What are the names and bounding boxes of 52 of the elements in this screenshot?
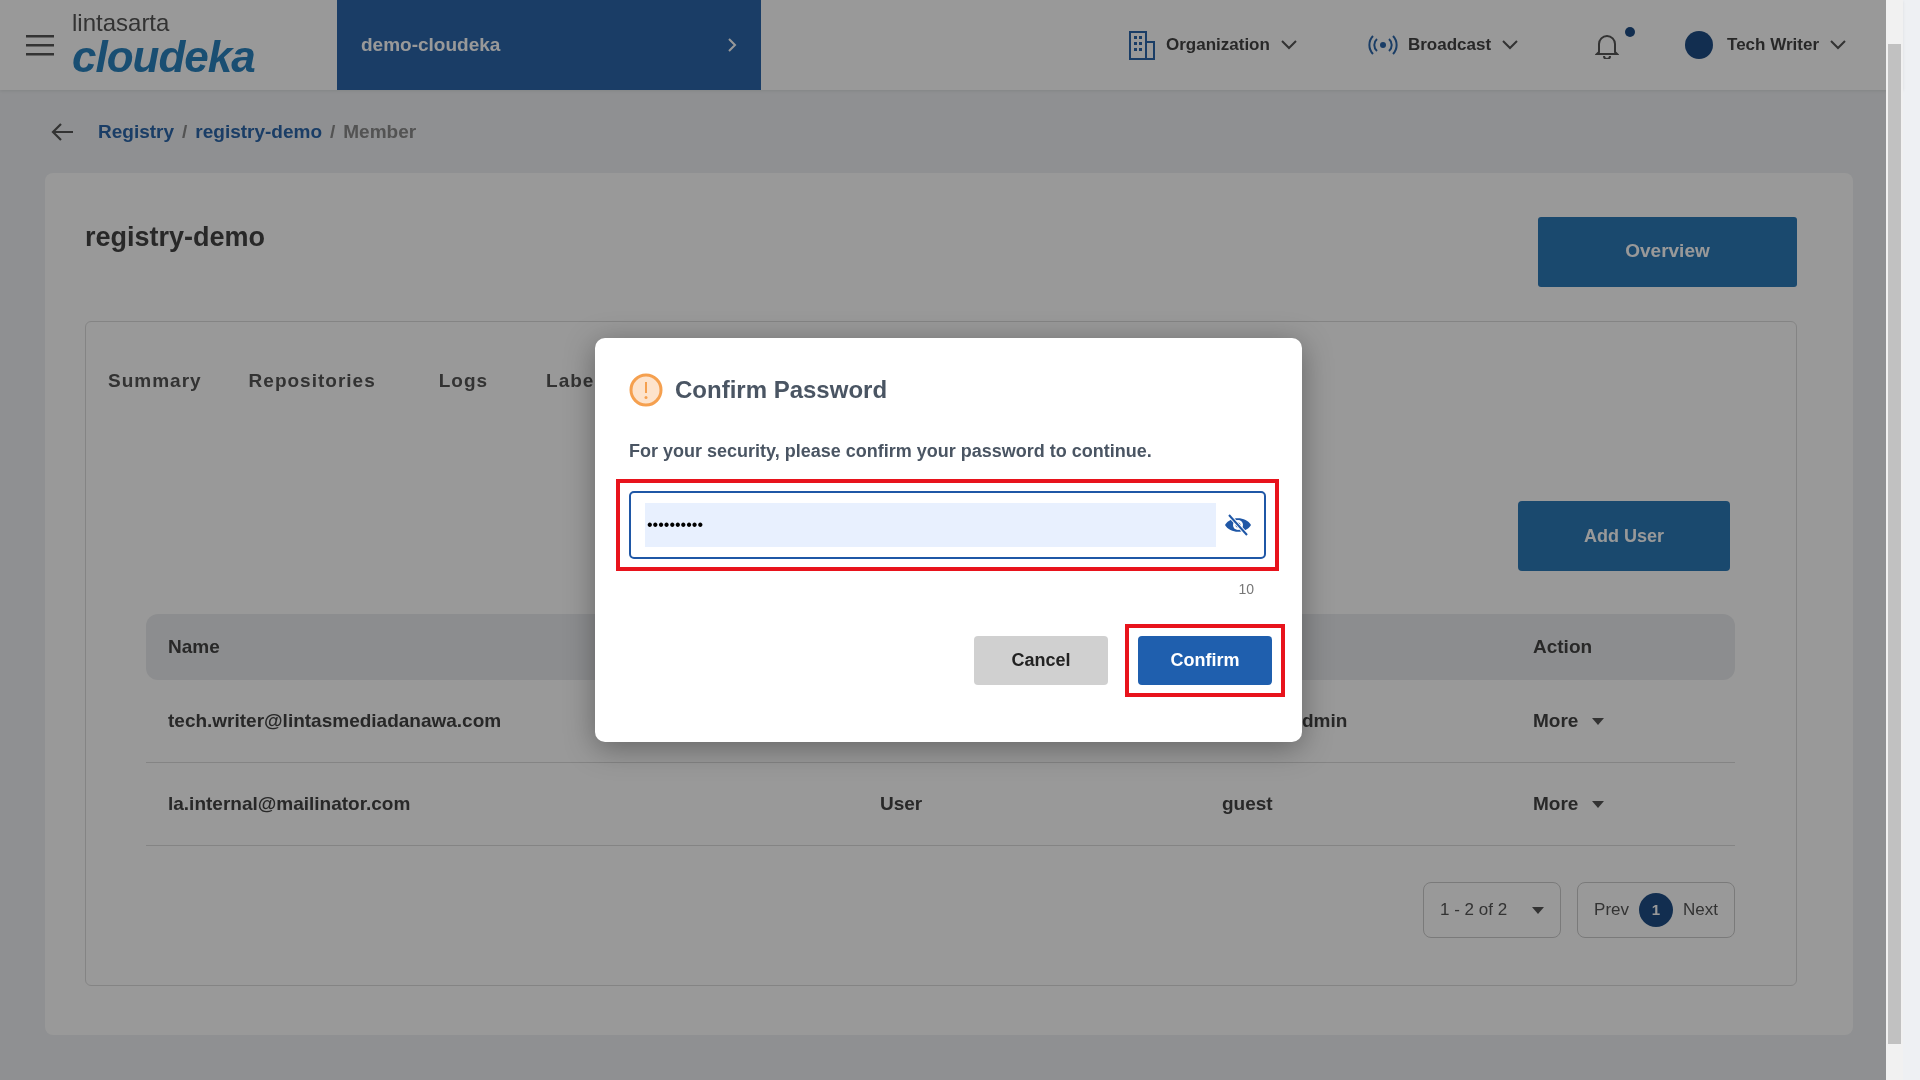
- chevron-down-icon: [1279, 39, 1298, 51]
- tab[interactable]: Logs: [438, 366, 489, 395]
- add-user-button[interactable]: Add User: [1518, 501, 1730, 571]
- project-selector[interactable]: demo-cloudeka: [337, 0, 761, 90]
- user-menu[interactable]: Tech Writer: [1679, 30, 1853, 60]
- cancel-button[interactable]: Cancel: [974, 636, 1108, 685]
- breadcrumb-current: Member: [343, 120, 417, 144]
- breadcrumb-link[interactable]: registry-demo: [195, 118, 322, 147]
- overview-button[interactable]: Overview: [1538, 216, 1797, 287]
- confirm-button[interactable]: Confirm: [1138, 636, 1272, 685]
- chevron-down-icon: [1829, 39, 1847, 51]
- dialog-title: Confirm Password: [675, 375, 888, 405]
- prev-link[interactable]: Prev: [1594, 897, 1630, 923]
- password-field[interactable]: ••••••••••: [629, 491, 1266, 559]
- breadcrumb-separator: /: [182, 120, 188, 144]
- scrollbar[interactable]: [1886, 0, 1903, 1080]
- table-cell-text: guest: [1222, 791, 1274, 816]
- menu-icon[interactable]: [26, 34, 54, 56]
- table-cell-text: User: [880, 791, 924, 816]
- character-counter: 10: [1237, 580, 1255, 599]
- avatar-icon: [1685, 31, 1714, 59]
- warning-icon: [629, 373, 663, 407]
- logo-wordmark: cloudeka: [72, 35, 256, 79]
- tab[interactable]: Summary: [108, 366, 202, 395]
- header-menu[interactable]: Organization: [1122, 29, 1304, 61]
- tab[interactable]: Labe: [546, 366, 595, 395]
- table-cell-text: tech.writer@lintasmediadanawa.com: [168, 708, 503, 733]
- chevron-down-icon: [1501, 39, 1520, 51]
- brand-name: lintasarta: [72, 11, 171, 35]
- back-arrow-icon[interactable]: [50, 122, 74, 143]
- breadcrumb-separator: /: [330, 120, 336, 144]
- caret-down-icon: [1592, 717, 1605, 725]
- caret-down-icon: [1592, 800, 1605, 808]
- broadcast-icon: [1367, 34, 1398, 56]
- column-header: Action: [1533, 634, 1594, 659]
- more-dropdown[interactable]: More: [1533, 789, 1605, 819]
- table-cell-text: la.internal@mailinator.com: [168, 791, 412, 816]
- header-menu[interactable]: Broadcast: [1361, 31, 1526, 59]
- more-dropdown[interactable]: More: [1533, 706, 1605, 736]
- building-icon: [1128, 30, 1156, 60]
- page-title: registry-demo: [85, 220, 266, 254]
- page-size-dropdown[interactable]: 1 - 2 of 2: [1423, 882, 1562, 938]
- eye-slash-icon[interactable]: [1224, 514, 1252, 536]
- chevron-right-icon: [727, 37, 737, 53]
- page-number[interactable]: 1: [1639, 893, 1674, 927]
- dialog-message: For your security, please confirm your password to continue.: [629, 440, 1153, 463]
- next-link[interactable]: Next: [1683, 897, 1718, 923]
- tab[interactable]: Repositories: [248, 366, 376, 395]
- caret-down-icon: [1532, 906, 1545, 914]
- column-header: Name: [168, 634, 221, 659]
- breadcrumb-link[interactable]: Registry: [98, 118, 175, 147]
- table-cell-text: dmin: [1301, 708, 1349, 733]
